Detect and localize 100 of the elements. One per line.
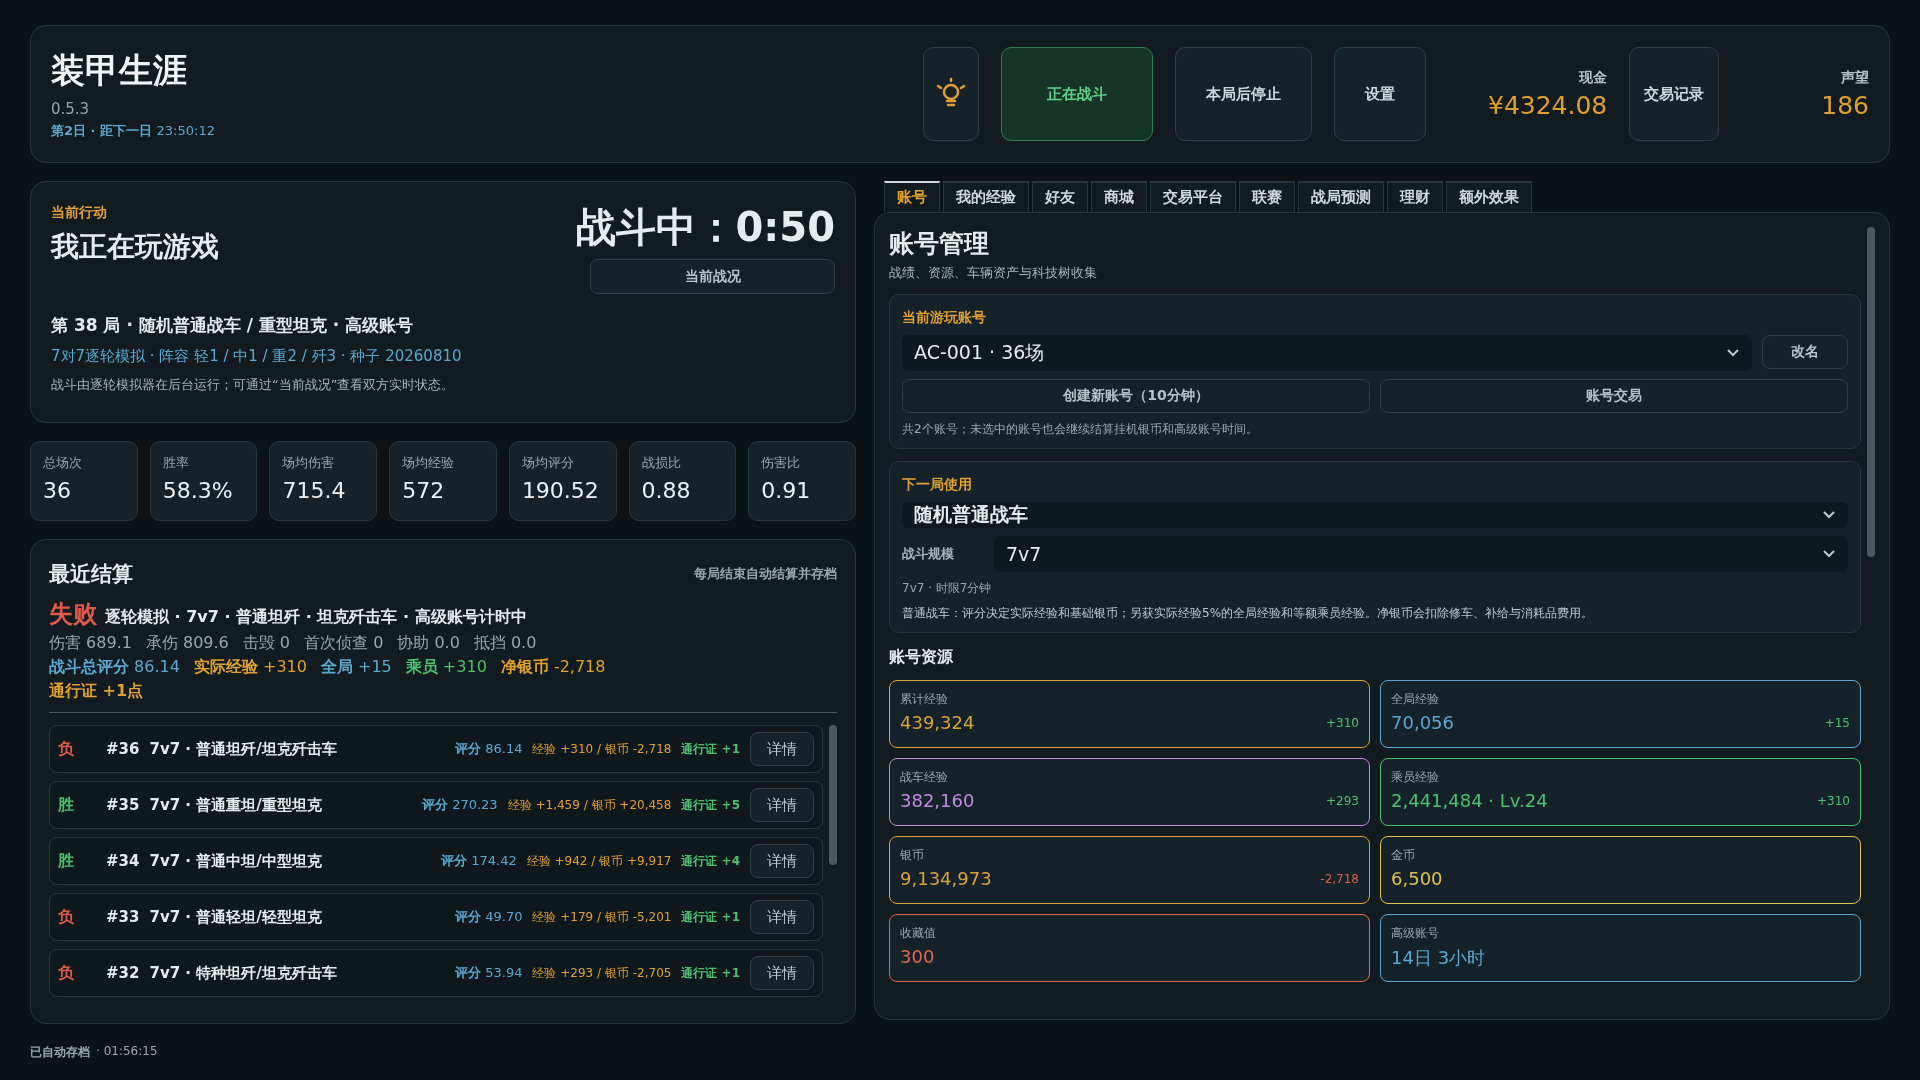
section-label: 当前行动 [51, 204, 108, 222]
create-account-button[interactable]: 创建新账号（10分钟） [902, 379, 1370, 413]
tab[interactable]: 我的经验 [943, 181, 1029, 212]
field-label: 战斗规模 [902, 545, 955, 563]
resource-label: 战车经验 [900, 769, 949, 786]
tab[interactable]: 理财 [1387, 181, 1443, 212]
tab[interactable]: 账号 [884, 181, 940, 212]
panel-title: 账号管理 [889, 228, 990, 260]
result-text: 负 [58, 738, 75, 760]
autosave-time: · 01:56:15 [96, 1044, 158, 1060]
details-button[interactable]: 详情 [750, 900, 814, 934]
resource-label: 全局经验 [1391, 691, 1440, 708]
battle-stat: 击毁 0 [242, 633, 291, 654]
mode-select[interactable]: 随机普通战车 [902, 502, 1848, 528]
pass-text: 通行证 +5 [681, 796, 740, 814]
match-title: 7v7 · 普通轻坦/轻型坦克 [149, 907, 323, 927]
cash-value: ¥4324.08 [1488, 90, 1608, 120]
resource-value: 9,134,973 [900, 868, 992, 889]
reward-stat: 全局 +15 [320, 657, 392, 678]
match-title: 7v7 · 普通重坦/重型坦克 [149, 795, 323, 815]
resource-label: 累计经验 [900, 691, 949, 708]
match-title: 7v7 · 特种坦歼/坦克歼击车 [149, 963, 338, 983]
day-countdown: 第2日 · 距下一日 23:50:12 [51, 122, 215, 140]
details-button[interactable]: 详情 [750, 956, 814, 990]
resource-delta: +310 [1817, 793, 1850, 808]
reward-text: 经验 +179 / 银币 -5,201 [532, 908, 672, 926]
rename-button[interactable]: 改名 [1762, 335, 1848, 369]
reward-stat: 乘员 +310 [405, 657, 487, 678]
resource-delta: +293 [1326, 793, 1359, 808]
tab[interactable]: 联赛 [1239, 181, 1295, 212]
tab[interactable]: 商城 [1091, 181, 1147, 212]
pass-text: 通行证 +1 [681, 964, 740, 982]
tab[interactable]: 战局预测 [1298, 181, 1384, 212]
outcome-text: 失败 [49, 599, 97, 630]
tab[interactable]: 额外效果 [1446, 181, 1532, 212]
result-text: 负 [58, 906, 75, 928]
resource-value: 6,500 [1391, 868, 1443, 889]
action-title: 我正在玩游戏 [51, 229, 219, 265]
cash-label: 现金 [1579, 68, 1608, 87]
header-button[interactable]: 本局后停止 [1175, 47, 1312, 141]
trade-history-button[interactable]: 交易记录 [1629, 47, 1720, 141]
scale-note: 7v7 · 时限7分钟 [902, 580, 993, 597]
match-number: #36 [106, 740, 140, 758]
result-text: 负 [58, 962, 75, 984]
battle-stat: 首次侦查 0 [304, 633, 384, 654]
stat-value: 190.52 [521, 478, 600, 503]
stat-label: 战损比 [641, 454, 682, 472]
mode-note: 普通战车：评分决定实际经验和基础银币；另获实际经验5%的全局经验和等额乘员经验。净银币会扣除修车、补给与消耗品费用。 [902, 605, 1595, 622]
reward-text: 经验 +293 / 银币 -2,705 [532, 964, 672, 982]
reward-stat: 实际经验 +310 [193, 657, 307, 678]
reward-text: 经验 +310 / 银币 -2,718 [532, 740, 672, 758]
battle-status-button[interactable]: 当前战况 [590, 259, 835, 294]
score-text: 评分 53.94 [455, 964, 523, 982]
details-button[interactable]: 详情 [750, 788, 814, 822]
section-title: 最近结算 [49, 561, 133, 588]
stat-label: 胜率 [162, 454, 190, 472]
battle-stat: 协助 0.0 [397, 633, 460, 654]
chevron-down-icon [1726, 348, 1740, 358]
panel-subtitle: 战绩、资源、车辆资产与科技树收集 [889, 264, 1098, 282]
details-button[interactable]: 详情 [750, 844, 814, 878]
summary-text: 逐轮模拟 · 7v7 · 普通坦歼 · 坦克歼击车 · 高级账号计时中 [105, 607, 527, 628]
resource-label: 乘员经验 [1391, 769, 1440, 786]
stat-value: 36 [43, 478, 72, 503]
score-text: 评分 49.70 [455, 908, 523, 926]
stat-value: 58.3% [162, 478, 234, 503]
reward-text: 经验 +1,459 / 银币 +20,458 [507, 796, 672, 814]
score-text: 评分 86.14 [455, 740, 523, 758]
stat-label: 总场次 [43, 454, 83, 472]
resource-label: 收藏值 [900, 925, 937, 942]
reputation-value: 186 [1821, 90, 1869, 120]
tab[interactable]: 好友 [1032, 181, 1088, 212]
stat-label: 场均经验 [402, 454, 456, 472]
note-text: 战斗由逐轮模拟器在后台运行；可通过“当前战况”查看双方实时状态。 [51, 376, 456, 394]
scrollbar[interactable] [1867, 227, 1875, 557]
result-text: 胜 [58, 850, 75, 872]
account-trade-button[interactable]: 账号交易 [1380, 379, 1848, 413]
app-title: 装甲生涯 [51, 49, 188, 92]
match-title: 7v7 · 普通坦歼/坦克歼击车 [149, 739, 338, 759]
section-label: 当前游玩账号 [902, 309, 987, 327]
reward-stat: 净银币 -2,718 [500, 657, 606, 678]
section-label: 下一局使用 [902, 476, 973, 494]
battle-status-button[interactable]: 正在战斗 [1001, 47, 1153, 141]
autosave-status: 已自动存档 [30, 1044, 90, 1061]
hint-button[interactable] [923, 47, 979, 141]
details-button[interactable]: 详情 [750, 732, 814, 766]
battle-stat: 承伤 809.6 [145, 633, 229, 654]
match-detail: 7对7逐轮模拟 · 阵容 轻1 / 中1 / 重2 / 歼3 · 种子 20260810 [51, 347, 463, 366]
stat-label: 场均评分 [521, 454, 575, 472]
scale-select[interactable]: 7v7 [994, 536, 1848, 572]
result-text: 胜 [58, 794, 75, 816]
resource-label: 金币 [1391, 847, 1416, 864]
battle-stat: 抵挡 0.0 [473, 633, 537, 654]
resource-delta: +15 [1824, 715, 1850, 730]
scrollbar[interactable] [829, 725, 837, 865]
header-button[interactable]: 设置 [1334, 47, 1426, 141]
reward-stat: 战斗总评分 86.14 [49, 657, 180, 678]
tab[interactable]: 交易平台 [1150, 181, 1236, 212]
pass-text: 通行证 +4 [681, 852, 740, 870]
account-select[interactable]: AC-001 · 36场 [902, 335, 1752, 371]
stat-value: 715.4 [282, 478, 347, 503]
